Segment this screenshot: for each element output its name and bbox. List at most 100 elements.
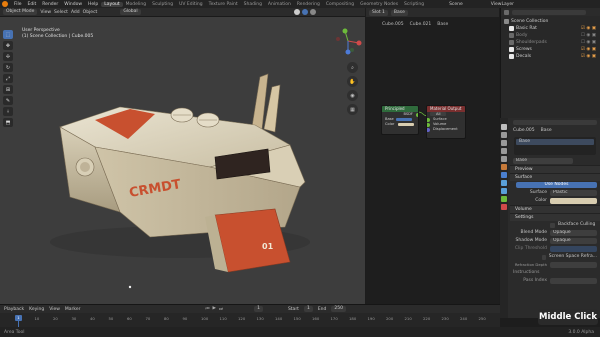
tab-sculpting[interactable]: Sculpting [149, 2, 176, 7]
refraction-depth-field[interactable] [550, 262, 597, 268]
preview-section-header[interactable]: Preview [510, 165, 600, 173]
ssr-checkbox[interactable] [541, 254, 546, 260]
outliner-scene-collection[interactable]: Scene Collection [501, 18, 600, 25]
object-mode-dropdown[interactable]: Object Mode [3, 9, 38, 15]
object-tab-icon[interactable] [501, 164, 507, 170]
add-cube-tool[interactable]: ⬒ [3, 118, 13, 127]
camera-view-icon[interactable]: ◉ [347, 90, 358, 101]
material-slot-item[interactable]: Base [516, 139, 594, 145]
physics-tab-icon[interactable] [501, 188, 507, 194]
material-dropdown[interactable]: Base [390, 9, 408, 16]
outliner-item[interactable]: Basic Rat ☑ ◉ ▣ [501, 25, 600, 32]
tab-uv-editing[interactable]: UV Editing [176, 2, 205, 7]
outliner-item[interactable]: Decals ☑ ◉ ▣ [501, 53, 600, 60]
viewport-menu-select[interactable]: Select [54, 10, 68, 15]
output-tab-icon[interactable] [501, 140, 507, 146]
visibility-icons[interactable]: ☑ ◉ ▣ [581, 46, 596, 53]
view-layer-tab-icon[interactable] [501, 148, 507, 154]
outliner-item[interactable]: Screws ☑ ◉ ▣ [501, 46, 600, 53]
use-nodes-button[interactable]: Use Nodes [516, 182, 597, 188]
particles-tab-icon[interactable] [501, 180, 507, 186]
settings-section-header[interactable]: Settings [510, 213, 600, 221]
scene-tab-icon[interactable] [501, 156, 507, 162]
frame-tick-label: 250 [478, 316, 486, 321]
tab-rendering[interactable]: Rendering [294, 2, 323, 7]
material-name-field[interactable]: Base [513, 158, 573, 164]
outliner-search-input[interactable] [512, 9, 586, 15]
3d-viewport[interactable]: CRMDT 01 ⬚ ✥ ✢ ↻ ⤢ ⊞ ✎ ⟊ ⬒ User Perspect… [0, 17, 365, 304]
navigation-gizmo[interactable] [333, 26, 363, 56]
top-menu-bar: File Edit Render Window Help Layout Mode… [0, 0, 600, 8]
material-tab-icon[interactable] [501, 204, 507, 210]
surface-shader-field[interactable]: Plastic [550, 190, 597, 196]
backface-checkbox[interactable] [550, 222, 555, 228]
cursor-tool[interactable]: ✥ [3, 41, 13, 50]
material-output-node[interactable]: Material Output All Surface Volume Displ… [426, 105, 466, 139]
select-box-tool[interactable]: ⬚ [3, 30, 13, 39]
menu-help[interactable]: Help [85, 2, 101, 7]
view-layer-selector[interactable]: ViewLayer [491, 2, 514, 7]
render-tab-icon[interactable] [501, 132, 507, 138]
menu-window[interactable]: Window [61, 2, 85, 7]
outliner-header [501, 8, 600, 16]
modifier-tab-icon[interactable] [501, 172, 507, 178]
tab-compositing[interactable]: Compositing [323, 2, 357, 7]
viewport-menu-view[interactable]: View [40, 10, 51, 15]
menu-edit[interactable]: Edit [25, 2, 40, 7]
measure-tool[interactable]: ⟊ [3, 107, 13, 116]
rotate-tool[interactable]: ↻ [3, 63, 13, 72]
viewport-menu-object[interactable]: Object [83, 10, 98, 15]
spaceship-model[interactable]: CRMDT 01 [0, 17, 365, 304]
tab-scripting[interactable]: Scripting [401, 2, 427, 7]
principled-bsdf-node[interactable]: Principled BSDF Base Color [381, 105, 419, 135]
blender-logo-icon[interactable] [2, 1, 8, 7]
blend-mode-dropdown[interactable]: Opaque [550, 230, 597, 236]
solid-shading-icon[interactable] [293, 9, 300, 15]
tab-animation[interactable]: Animation [265, 2, 294, 7]
tab-geometry-nodes[interactable]: Geometry Nodes [357, 2, 401, 7]
surface-section-header[interactable]: Surface [510, 173, 600, 181]
tab-layout[interactable]: Layout [101, 1, 123, 7]
rendered-shading-icon[interactable] [309, 9, 316, 15]
volume-section-header[interactable]: Volume [510, 205, 600, 213]
shader-node-editor[interactable]: Cube.005 Cube.021 Base Principled BSDF B… [366, 17, 499, 304]
outliner-item[interactable]: Body ☐ ◉ ▣ [501, 32, 600, 39]
move-tool[interactable]: ✢ [3, 52, 13, 61]
transform-orientation-dropdown[interactable]: Global [120, 9, 141, 15]
pass-index-row: Pass Index [510, 277, 600, 285]
outliner-display-icon[interactable] [504, 9, 509, 15]
data-tab-icon[interactable] [501, 196, 507, 202]
menu-render[interactable]: Render [39, 2, 61, 7]
visibility-icons[interactable]: ☐ ◉ ▣ [581, 32, 596, 39]
outliner-item[interactable]: Shoulderpads ☐ ◉ ▣ [501, 39, 600, 46]
clip-threshold-field[interactable] [550, 246, 597, 252]
scale-tool[interactable]: ⤢ [3, 74, 13, 83]
perspective-toggle-icon[interactable]: ▦ [347, 104, 358, 115]
visibility-icons[interactable]: ☐ ◉ ▣ [581, 39, 596, 46]
timeline-panel[interactable]: Playback Keying View Marker ⏮ ▶ ⏭ 1 Star… [0, 304, 500, 328]
annotate-tool[interactable]: ✎ [3, 96, 13, 105]
menu-file[interactable]: File [11, 2, 25, 7]
frame-tick-label: 140 [275, 316, 283, 321]
viewport-menu-add[interactable]: Add [71, 10, 80, 15]
transform-tool[interactable]: ⊞ [3, 85, 13, 94]
frame-ruler[interactable]: 0102030405060708090100110120130140150160… [0, 305, 500, 328]
shadow-mode-dropdown[interactable]: Opaque [550, 238, 597, 244]
visibility-icons[interactable]: ☑ ◉ ▣ [581, 53, 596, 60]
tab-texture-paint[interactable]: Texture Paint [206, 2, 241, 7]
tool-shelf: ⬚ ✥ ✢ ↻ ⤢ ⊞ ✎ ⟊ ⬒ [3, 30, 15, 170]
blend-mode-row: Blend Mode Opaque [510, 229, 600, 237]
tab-modeling[interactable]: Modeling [123, 2, 149, 7]
pan-hand-icon[interactable]: ✋ [347, 76, 358, 87]
tab-shading[interactable]: Shading [241, 2, 265, 7]
slot-dropdown[interactable]: Slot 1 [369, 9, 388, 16]
properties-search-input[interactable] [513, 120, 597, 125]
base-color-swatch[interactable] [550, 198, 597, 204]
material-slot-list[interactable]: Base [514, 137, 596, 155]
visibility-icons[interactable]: ☑ ◉ ▣ [581, 25, 596, 32]
tool-tab-icon[interactable] [501, 124, 507, 130]
pass-index-field[interactable] [550, 278, 597, 284]
zoom-icon[interactable]: ⌕ [347, 62, 358, 73]
material-shading-icon[interactable] [301, 9, 308, 15]
scene-selector[interactable]: Scene [449, 2, 463, 7]
